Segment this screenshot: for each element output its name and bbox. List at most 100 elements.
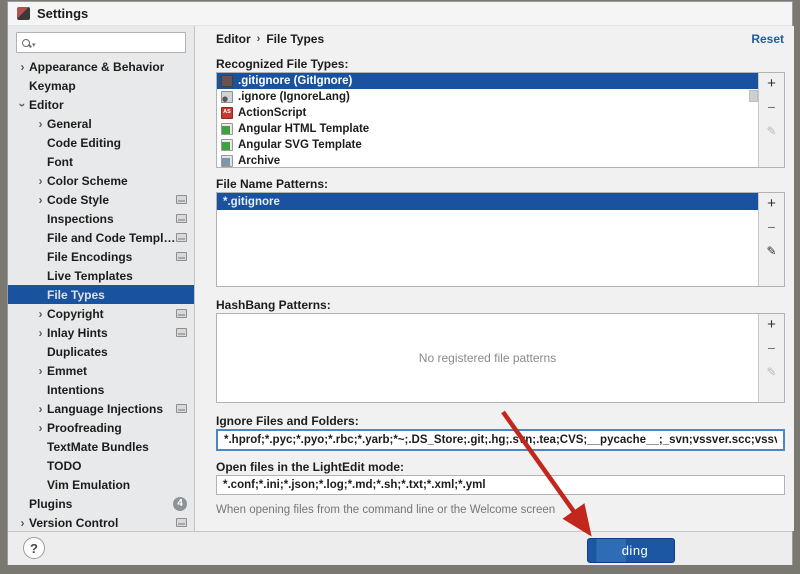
per-project-settings-icon xyxy=(176,233,187,242)
sidebar-item-label: Font xyxy=(47,154,73,169)
chevron-down-icon[interactable]: › xyxy=(16,98,30,111)
sidebar-item-keymap[interactable]: Keymap xyxy=(8,76,194,95)
recognized-list-toolbar: + − ✎ xyxy=(758,73,784,167)
sidebar-item-plugins[interactable]: Plugins 4 xyxy=(8,494,194,513)
sidebar-item-inspections[interactable]: Inspections xyxy=(8,209,194,228)
remove-file-type-button[interactable]: − xyxy=(763,100,781,115)
file-type-name: Angular SVG Template xyxy=(238,139,362,151)
help-button[interactable]: ? xyxy=(23,537,45,559)
sidebar-item-textmate-bundles[interactable]: TextMate Bundles xyxy=(8,437,194,456)
sidebar-item-file-encodings[interactable]: File Encodings xyxy=(8,247,194,266)
file-type-name: Angular HTML Template xyxy=(238,123,370,135)
actionscript-file-type-icon: AS xyxy=(221,107,233,119)
plugins-count-badge: 4 xyxy=(173,496,187,511)
sidebar-item-copyright[interactable]: › Copyright xyxy=(8,304,194,323)
sidebar-item-live-templates[interactable]: Live Templates xyxy=(8,266,194,285)
settings-tree: › Appearance & Behavior Keymap › Editor › Gene… xyxy=(8,57,194,531)
chevron-right-icon[interactable]: › xyxy=(34,118,47,130)
per-project-settings-icon xyxy=(176,518,187,527)
hashbang-patterns-rows: No registered file patterns xyxy=(217,314,758,402)
hashbang-empty-text: No registered file patterns xyxy=(418,351,557,365)
chevron-right-icon[interactable]: › xyxy=(34,194,47,206)
per-project-settings-icon xyxy=(176,404,187,413)
sidebar-item-code-style[interactable]: › Code Style xyxy=(8,190,194,209)
file-type-name: Archive xyxy=(238,155,281,167)
sidebar-item-label: Keymap xyxy=(29,78,76,93)
search-filter-caret-icon: ▾ xyxy=(32,41,36,49)
chevron-right-icon[interactable]: › xyxy=(34,175,47,187)
file-name-patterns-rows: *.gitignore xyxy=(217,193,758,286)
file-type-name: ActionScript xyxy=(238,107,307,119)
file-type-row-gitignore-gitignore[interactable]: .gitignore (GitIgnore) xyxy=(217,73,758,89)
per-project-settings-icon xyxy=(176,328,187,337)
sidebar-item-inlay-hints[interactable]: › Inlay Hints xyxy=(8,323,194,342)
sidebar-item-intentions[interactable]: Intentions xyxy=(8,380,194,399)
sidebar-item-file-and-code-templates[interactable]: File and Code Templates xyxy=(8,228,194,247)
file-name-patterns-list: *.gitignore + − ✎ xyxy=(216,192,785,287)
file-type-row-archive[interactable]: Archive xyxy=(217,153,758,167)
chevron-right-icon[interactable]: › xyxy=(34,327,47,339)
sidebar-item-emmet[interactable]: › Emmet xyxy=(8,361,194,380)
remove-pattern-button[interactable]: − xyxy=(763,220,781,235)
settings-sidebar: ▾ › Appearance & Behavior Keymap › Editor › Ge… xyxy=(8,26,195,531)
chevron-right-icon[interactable]: › xyxy=(34,308,47,320)
sidebar-item-editor[interactable]: › Editor xyxy=(8,95,194,114)
per-project-settings-icon xyxy=(176,214,187,223)
list-scrollbar-thumb[interactable] xyxy=(749,90,758,102)
sidebar-item-label: Live Templates xyxy=(47,268,133,283)
search-icon xyxy=(22,38,30,47)
sidebar-item-label: General xyxy=(47,116,92,131)
add-file-type-button[interactable]: + xyxy=(763,76,781,91)
file-type-row-ignore-ignorelang[interactable]: .ignore (IgnoreLang) xyxy=(217,89,758,105)
sidebar-item-file-types[interactable]: File Types xyxy=(8,285,194,304)
sidebar-item-code-editing[interactable]: Code Editing xyxy=(8,133,194,152)
breadcrumb-editor[interactable]: Editor xyxy=(216,32,251,46)
sidebar-item-general[interactable]: › General xyxy=(8,114,194,133)
sidebar-item-language-injections[interactable]: › Language Injections xyxy=(8,399,194,418)
chevron-right-icon[interactable]: › xyxy=(34,365,47,377)
search-input[interactable] xyxy=(37,34,194,51)
settings-window: Settings ▾ › Appearance & Behavior Keymap ›… xyxy=(7,1,794,565)
file-type-row-angular-svg-template[interactable]: Angular SVG Template xyxy=(217,137,758,153)
add-pattern-button[interactable]: + xyxy=(763,196,781,211)
settings-search-box[interactable]: ▾ xyxy=(16,32,194,53)
sidebar-item-label: Code Style xyxy=(47,192,110,207)
file-name-patterns-label: File Name Patterns: xyxy=(216,177,329,191)
angular-html-file-type-icon xyxy=(221,123,233,135)
hashbang-list-toolbar: + − ✎ xyxy=(758,314,784,402)
sidebar-item-vim-emulation[interactable]: Vim Emulation xyxy=(8,475,194,494)
chevron-right-icon[interactable]: › xyxy=(34,422,47,434)
sidebar-item-appearance-behavior[interactable]: › Appearance & Behavior xyxy=(8,57,194,76)
ignore-files-label: Ignore Files and Folders: xyxy=(216,414,359,428)
sidebar-item-label: Language Injections xyxy=(47,401,164,416)
lightedit-input[interactable] xyxy=(216,475,785,495)
edit-file-type-button[interactable]: ✎ xyxy=(763,124,781,139)
chevron-right-icon[interactable]: › xyxy=(34,403,47,415)
reset-link[interactable]: Reset xyxy=(751,32,784,46)
sidebar-item-todo[interactable]: TODO xyxy=(8,456,194,475)
file-types-panel: Editor › File Types Reset Recognized Fil… xyxy=(196,26,794,531)
remove-hashbang-button[interactable]: − xyxy=(763,341,781,356)
chevron-right-icon[interactable]: › xyxy=(16,517,29,529)
breadcrumb-separator-icon: › xyxy=(256,33,261,45)
pattern-row-gitignore[interactable]: *.gitignore xyxy=(217,193,758,210)
per-project-settings-icon xyxy=(176,309,187,318)
sidebar-item-label: TODO xyxy=(47,458,82,473)
sidebar-item-color-scheme[interactable]: › Color Scheme xyxy=(8,171,194,190)
sidebar-item-proofreading[interactable]: › Proofreading xyxy=(8,418,194,437)
app-icon xyxy=(17,7,30,20)
file-type-row-actionscript[interactable]: AS ActionScript xyxy=(217,105,758,121)
sidebar-item-label: Proofreading xyxy=(47,420,122,435)
sidebar-item-duplicates[interactable]: Duplicates xyxy=(8,342,194,361)
add-hashbang-button[interactable]: + xyxy=(763,317,781,332)
file-type-row-angular-html-template[interactable]: Angular HTML Template xyxy=(217,121,758,137)
ignorelang-file-type-icon xyxy=(221,91,233,103)
edit-pattern-button[interactable]: ✎ xyxy=(763,244,781,259)
edit-hashbang-button[interactable]: ✎ xyxy=(763,365,781,380)
sidebar-item-version-control[interactable]: › Version Control xyxy=(8,513,194,531)
sidebar-item-font[interactable]: Font xyxy=(8,152,194,171)
sidebar-item-label: Version Control xyxy=(29,515,119,530)
chevron-right-icon[interactable]: › xyxy=(16,61,29,73)
ok-button[interactable]: ding xyxy=(587,538,675,563)
ignore-files-input[interactable] xyxy=(216,429,785,451)
